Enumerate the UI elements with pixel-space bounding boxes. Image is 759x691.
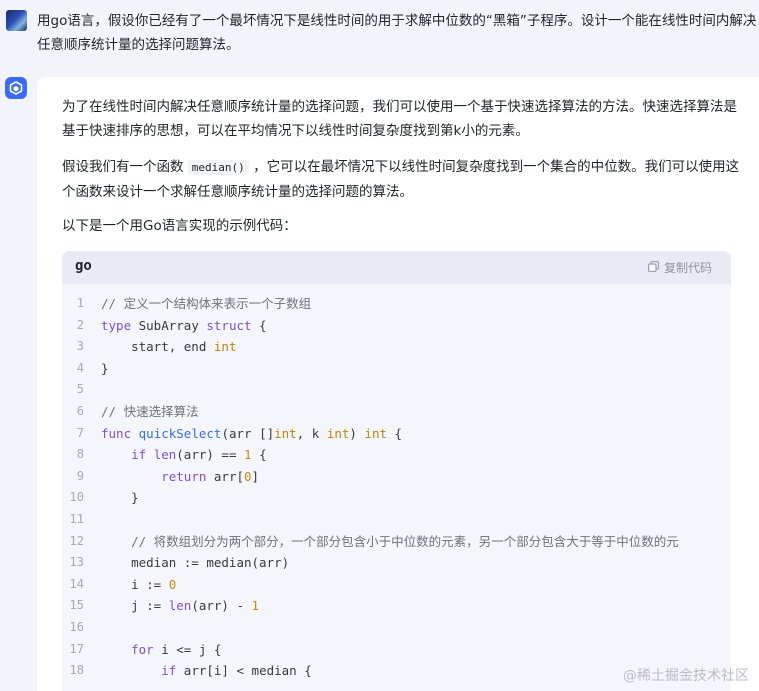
code-line: 9 return arr[0] <box>62 466 731 488</box>
line-number: 2 <box>76 317 84 332</box>
code-block: go 复制代码 1// 定义一个结构体来表示一个子数组 2 type SubArr… <box>62 251 731 691</box>
code-line: 11 <box>62 509 731 531</box>
line-number: 3 <box>76 339 84 354</box>
answer-paragraph-2: 假设我们有一个函数 median() ，它可以在最坏情况下以线性时间复杂度找到一… <box>62 155 742 204</box>
line-number: 12 <box>69 533 84 548</box>
code-line: 13 median := median(arr) <box>62 552 731 574</box>
code-line: 4} <box>62 358 731 380</box>
code-line: 12 // 将数组划分为两个部分，一个部分包含小于中位数的元素，另一个部分包含大… <box>62 531 731 553</box>
code-line: 17 for i <= j { <box>62 639 731 661</box>
watermark-text: @稀土掘金技术社区 <box>623 668 749 684</box>
code-line: 15 j := len(arr) - 1 <box>62 595 731 617</box>
line-number: 15 <box>69 598 84 613</box>
assistant-response-card: 为了在线性时间内解决任意顺序统计量的选择问题，我们可以使用一个基于快速选择算法的… <box>37 77 759 691</box>
bot-logo-icon <box>9 81 23 95</box>
inline-code-median: median() <box>187 160 249 175</box>
user-message-row: 用go语言，假设你已经有了一个最坏情况下是线性时间的用于求解中位数的“黑箱”子程… <box>0 0 759 72</box>
line-number: 6 <box>76 403 84 418</box>
code-line: 16 <box>62 617 731 639</box>
answer-paragraph-3: 以下是一个用Go语言实现的示例代码： <box>62 218 297 234</box>
copy-icon <box>648 260 659 275</box>
line-number: 5 <box>76 382 84 397</box>
code-line: 6// 快速选择算法 <box>62 401 731 423</box>
line-number: 18 <box>69 663 84 678</box>
line-number: 14 <box>69 576 84 591</box>
code-language-label: go <box>75 258 92 274</box>
code-line: 10 } <box>62 487 731 509</box>
code-line: 3 start, end int <box>62 336 731 358</box>
line-number: 7 <box>76 425 84 440</box>
code-line: 7 func quickSelect(arr []int, k int) int … <box>62 423 731 445</box>
user-message-text: 用go语言，假设你已经有了一个最坏情况下是线性时间的用于求解中位数的“黑箱”子程… <box>37 13 757 53</box>
line-number: 8 <box>76 447 84 462</box>
line-number: 4 <box>76 360 84 375</box>
answer-paragraph-1: 为了在线性时间内解决任意顺序统计量的选择问题，我们可以使用一个基于快速选择算法的… <box>62 99 737 139</box>
line-number: 11 <box>69 511 84 526</box>
line-number: 1 <box>76 296 84 310</box>
bot-avatar <box>5 77 27 99</box>
code-lines: 1// 定义一个结构体来表示一个子数组 2 type SubArray struc… <box>62 293 731 682</box>
line-number: 13 <box>69 555 84 570</box>
code-line: 14 i := 0 <box>62 574 731 596</box>
line-number: 9 <box>76 468 84 483</box>
copy-code-label: 复制代码 <box>664 261 713 275</box>
line-number: 16 <box>69 619 84 634</box>
site-watermark: @稀土掘金技术社区 <box>623 665 749 685</box>
line-number: 10 <box>69 490 84 505</box>
code-line: 2 type SubArray struct { <box>62 315 731 337</box>
copy-code-button[interactable]: 复制代码 <box>648 259 712 276</box>
line-number: 17 <box>69 641 84 656</box>
code-line: 8 if len(arr) == 1 { <box>62 444 731 466</box>
answer-paragraph-2-start: 假设我们有一个函数 <box>62 159 188 175</box>
user-avatar <box>6 10 27 31</box>
code-block-header: go 复制代码 <box>62 251 731 284</box>
code-line: 5 <box>62 379 731 401</box>
code-line: 1// 定义一个结构体来表示一个子数组 <box>62 293 731 315</box>
